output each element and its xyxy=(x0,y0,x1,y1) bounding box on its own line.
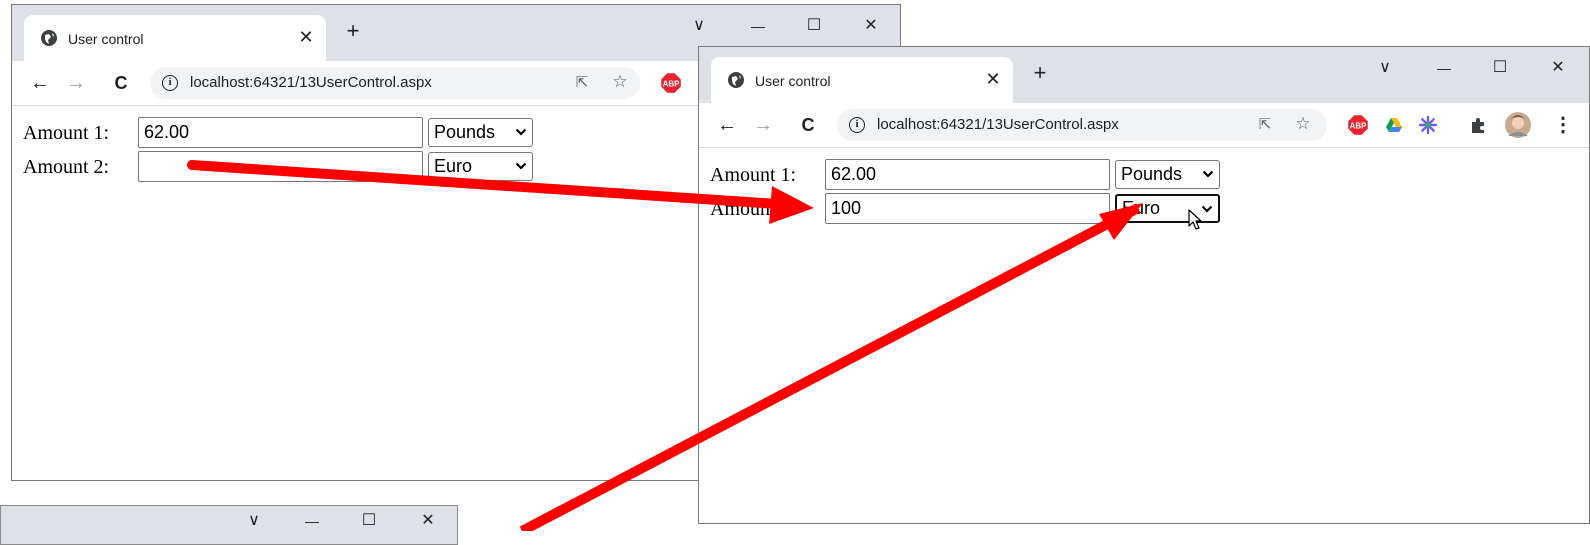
amount2-input[interactable] xyxy=(138,151,423,182)
browser-window-2: User control ✕ + ∨ — ☐ ✕ ← → C i localho… xyxy=(698,46,1590,524)
amount1-input[interactable]: 62.00 xyxy=(138,117,423,148)
chevron-down-icon xyxy=(515,162,527,170)
amount1-label: Amount 1: xyxy=(710,164,797,186)
chevron-down-icon[interactable]: ∨ xyxy=(684,11,714,41)
url-text[interactable]: localhost:64321/13UserControl.aspx xyxy=(877,116,1119,133)
bookmark-star-icon[interactable]: ☆ xyxy=(1293,114,1313,134)
svg-text:ABP: ABP xyxy=(1350,122,1367,131)
maximize-button[interactable]: ☐ xyxy=(1485,53,1515,83)
tab-strip: User control ✕ + ∨ — ☐ ✕ xyxy=(699,47,1589,103)
tab-title: User control xyxy=(68,31,144,47)
close-window-button[interactable]: ✕ xyxy=(856,11,886,41)
amount1-input[interactable]: 62.00 xyxy=(825,159,1110,190)
close-tab-icon[interactable]: ✕ xyxy=(983,69,1003,89)
address-bar[interactable]: i localhost:64321/13UserControl.aspx ⇱ ☆ xyxy=(150,67,640,99)
browser-tab[interactable]: User control ✕ xyxy=(24,15,326,61)
bookmark-star-icon[interactable]: ☆ xyxy=(610,72,630,92)
browser-toolbar: ← → C i localhost:64321/13UserControl.as… xyxy=(699,103,1589,148)
currency2-select[interactable]: Euro xyxy=(1115,194,1220,223)
minimize-button[interactable]: — xyxy=(743,11,773,41)
chevron-down-icon xyxy=(1202,170,1214,178)
globe-icon xyxy=(41,30,57,46)
chevron-down-icon xyxy=(1201,205,1213,213)
currency1-selected: Pounds xyxy=(434,122,496,142)
reload-button[interactable]: C xyxy=(794,111,822,139)
minimize-button[interactable]: — xyxy=(297,506,327,536)
amount2-input[interactable]: 100 xyxy=(825,193,1110,224)
back-button[interactable]: ← xyxy=(26,69,54,97)
forward-button[interactable]: → xyxy=(749,111,777,139)
currency2-select[interactable]: Euro xyxy=(428,152,533,181)
adblock-icon[interactable]: ABP xyxy=(660,72,682,94)
browser-tab[interactable]: User control ✕ xyxy=(711,57,1013,103)
minimize-button[interactable]: — xyxy=(1429,53,1459,83)
info-icon[interactable]: i xyxy=(849,117,865,133)
amount2-label: Amount 2: xyxy=(23,156,110,178)
page-content: Amount 1: 62.00 Pounds Amount 2: 100 Eur… xyxy=(699,148,1589,523)
currency1-select[interactable]: Pounds xyxy=(1115,160,1220,189)
globe-icon xyxy=(728,72,744,88)
chevron-down-icon xyxy=(515,128,527,136)
url-text[interactable]: localhost:64321/13UserControl.aspx xyxy=(190,74,432,91)
more-menu-icon[interactable]: ⋮ xyxy=(1549,111,1577,139)
reload-button[interactable]: C xyxy=(107,69,135,97)
close-tab-icon[interactable]: ✕ xyxy=(296,27,316,47)
adblock-icon[interactable]: ABP xyxy=(1347,114,1369,136)
snowflake-extension-icon[interactable] xyxy=(1419,116,1437,134)
close-window-button[interactable]: ✕ xyxy=(413,506,443,536)
chevron-down-icon[interactable]: ∨ xyxy=(239,506,269,536)
tab-title: User control xyxy=(755,73,831,89)
chevron-down-icon[interactable]: ∨ xyxy=(1370,53,1400,83)
currency2-selected: Euro xyxy=(434,156,473,176)
maximize-button[interactable]: ☐ xyxy=(799,11,829,41)
address-bar[interactable]: i localhost:64321/13UserControl.aspx ⇱ ☆ xyxy=(837,109,1327,141)
google-drive-icon[interactable] xyxy=(1385,116,1403,134)
share-icon[interactable]: ⇱ xyxy=(1255,115,1275,135)
browser-window-3: ∨ — ☐ ✕ xyxy=(0,505,458,545)
amount1-label: Amount 1: xyxy=(23,122,110,144)
profile-avatar-icon[interactable] xyxy=(1505,112,1531,138)
maximize-button[interactable]: ☐ xyxy=(354,506,384,536)
share-icon[interactable]: ⇱ xyxy=(572,73,592,93)
new-tab-button[interactable]: + xyxy=(1026,59,1054,87)
forward-button[interactable]: → xyxy=(62,69,90,97)
close-window-button[interactable]: ✕ xyxy=(1543,53,1573,83)
new-tab-button[interactable]: + xyxy=(339,17,367,45)
back-button[interactable]: ← xyxy=(713,111,741,139)
currency1-selected: Pounds xyxy=(1121,164,1183,184)
svg-text:ABP: ABP xyxy=(663,80,680,89)
currency1-select[interactable]: Pounds xyxy=(428,118,533,147)
amount2-label: Amount 2: xyxy=(710,198,797,220)
mouse-cursor-icon xyxy=(1188,209,1202,230)
info-icon[interactable]: i xyxy=(162,75,178,91)
extensions-puzzle-icon[interactable] xyxy=(1469,116,1487,134)
currency2-selected: Euro xyxy=(1122,198,1161,218)
tab-strip: ∨ — ☐ ✕ xyxy=(1,506,457,544)
